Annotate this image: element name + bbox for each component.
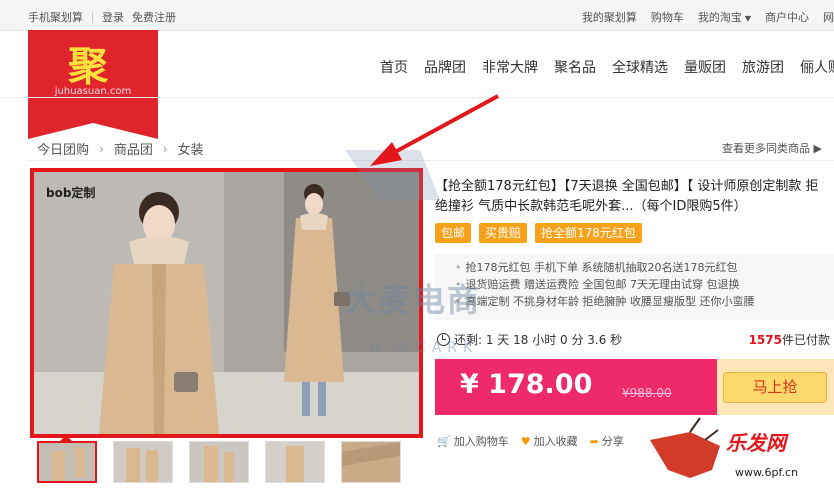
original-price: ¥988.00 <box>622 386 672 400</box>
promo-list: 抢178元红包 手机下单 系统随机抽取20名送178元红包 退货赔运费 赠送运费… <box>435 254 834 320</box>
heart-icon: ♥ <box>520 435 531 448</box>
tag-red-packet: 抢全额178元红包 <box>535 223 642 243</box>
juhuasuan-logo[interactable]: 聚 juhuasuan.com <box>28 30 158 139</box>
header-divider <box>0 97 834 98</box>
nav-bulk[interactable]: 量贩团 <box>684 57 726 77</box>
thumbnail-2[interactable] <box>113 441 173 483</box>
breadcrumb-womens[interactable]: 女装 <box>178 139 204 158</box>
thumbnail-5[interactable] <box>341 441 401 483</box>
countdown-text: 还剩: 1 天 18 小时 0 分 3.6 秒 <box>454 333 623 347</box>
tag-price-guarantee: 买贵赔 <box>479 223 528 243</box>
thumbnail-1[interactable] <box>37 441 97 483</box>
login-link[interactable]: 登录 <box>102 9 124 25</box>
share-icon: ➦ <box>589 435 599 448</box>
buy-zone: 马上抢 <box>717 359 834 415</box>
nav-beauty[interactable]: 俪人购 <box>800 57 834 77</box>
site-url: www.6pf.cn <box>735 466 799 479</box>
triangle-right-icon: ▶ <box>813 142 822 155</box>
logo-domain: juhuasuan.com <box>54 86 132 97</box>
cart-icon: 🛒 <box>437 435 451 448</box>
brand-label: bob定制 <box>46 186 96 200</box>
tag-free-shipping: 包邮 <box>435 223 472 243</box>
paid-count: 1575件已付款 <box>749 331 830 348</box>
promo-item: 退货赔运费 赠送运费险 全国包邮 7天无理由试穿 包退换 <box>455 276 834 293</box>
promo-item: 高端定制 不挑身材年龄 拒绝臃肿 收腰显瘦版型 还你小蛮腰 <box>455 293 834 310</box>
paid-suffix: 件已付款 <box>781 333 830 347</box>
breadcrumb-today[interactable]: 今日团购 <box>37 139 89 158</box>
thumbnail-4[interactable] <box>265 441 325 483</box>
nav-luxury[interactable]: 聚名品 <box>554 57 596 77</box>
product-title: 【抢全额178元红包】【7天退换 全国包邮】【 设计师原创定制款 拒绝撞衫 气质… <box>435 179 819 214</box>
breadcrumb-products[interactable]: 商品团 <box>114 139 153 158</box>
promo-item: 抢178元红包 手机下单 系统随机抽取20名送178元红包 <box>455 259 834 276</box>
caret-down-icon: ▼ <box>744 14 751 23</box>
thumbnail-strip <box>37 441 401 483</box>
bull-logo-icon <box>650 432 720 478</box>
tag-row: 包邮 买贵赔 抢全额178元红包 <box>435 223 642 243</box>
nav-home[interactable]: 首页 <box>380 57 408 77</box>
buy-now-button[interactable]: 马上抢 <box>723 372 827 403</box>
merchant-center-link[interactable]: 商户中心 <box>765 9 809 25</box>
my-juhuasuan-link[interactable]: 我的聚划算 <box>582 9 637 25</box>
breadcrumb: 今日团购 › 商品团 › 女装 <box>37 139 204 159</box>
logo-char: 聚 <box>68 43 108 90</box>
watermark-sub: D-MCARK <box>370 340 479 356</box>
nav-global[interactable]: 全球精选 <box>612 57 668 77</box>
more-similar-link[interactable]: 查看更多同类商品 ▶ <box>722 140 822 156</box>
register-link[interactable]: 免费注册 <box>132 9 176 25</box>
paid-number: 1575 <box>748 333 782 347</box>
main-nav: 首页 品牌团 非常大牌 聚名品 全球精选 量贩团 旅游团 俪人购 <box>380 57 834 77</box>
nav-brand[interactable]: 品牌团 <box>424 57 466 77</box>
add-to-cart-link[interactable]: 🛒 加入购物车 <box>437 433 509 449</box>
watermark-main: 大麦电商 <box>345 281 482 319</box>
arrowhead-icon <box>370 142 402 166</box>
price-bar: ¥ 178.00 ¥988.00 马上抢 <box>435 359 834 415</box>
nav-travel[interactable]: 旅游团 <box>742 57 784 77</box>
nav-big-brand[interactable]: 非常大牌 <box>482 57 538 77</box>
annotation-arrow-line <box>394 94 499 154</box>
chevron-right-icon: › <box>162 141 168 156</box>
divider <box>92 11 93 23</box>
site-badge: 乐发网 <box>726 431 786 455</box>
add-favorite-link[interactable]: ♥ 加入收藏 <box>521 433 578 449</box>
mobile-link[interactable]: 手机聚划算 <box>28 9 83 25</box>
my-taobao-menu[interactable]: 我的淘宝 ▼ <box>698 9 751 25</box>
thumbnail-3[interactable] <box>189 441 249 483</box>
site-nav-link[interactable]: 网 <box>823 9 834 25</box>
top-bar: 手机聚划算 登录 免费注册 我的聚划算 购物车 我的淘宝 ▼ 商户中心 网 <box>0 0 834 31</box>
action-row: 🛒 加入购物车 ♥ 加入收藏 ➦ 分享 <box>437 433 624 449</box>
share-link[interactable]: ➦ 分享 <box>590 433 624 449</box>
breadcrumb-divider <box>28 160 834 161</box>
cart-link[interactable]: 购物车 <box>651 9 684 25</box>
chevron-right-icon: › <box>99 141 104 156</box>
current-price: ¥ 178.00 <box>460 369 593 400</box>
